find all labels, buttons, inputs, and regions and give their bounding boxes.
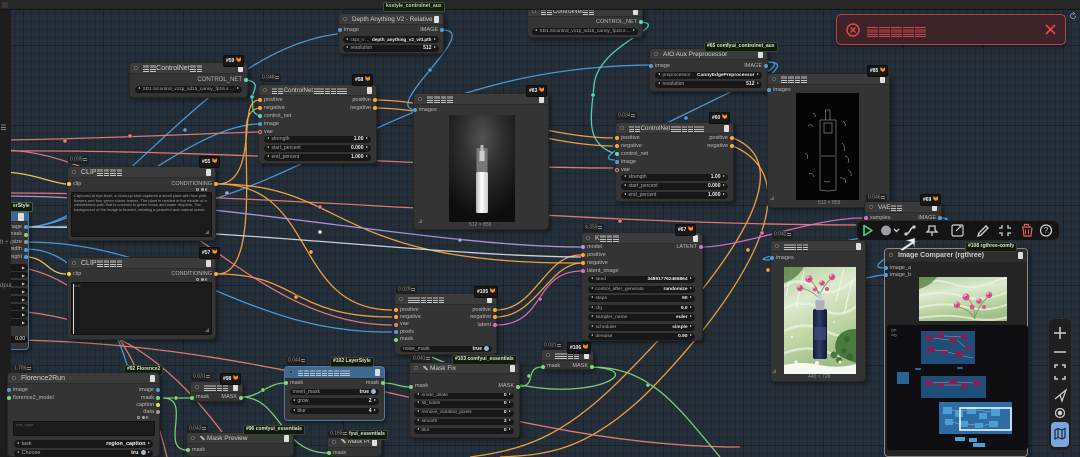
svg-text:?: ?: [1044, 226, 1049, 235]
